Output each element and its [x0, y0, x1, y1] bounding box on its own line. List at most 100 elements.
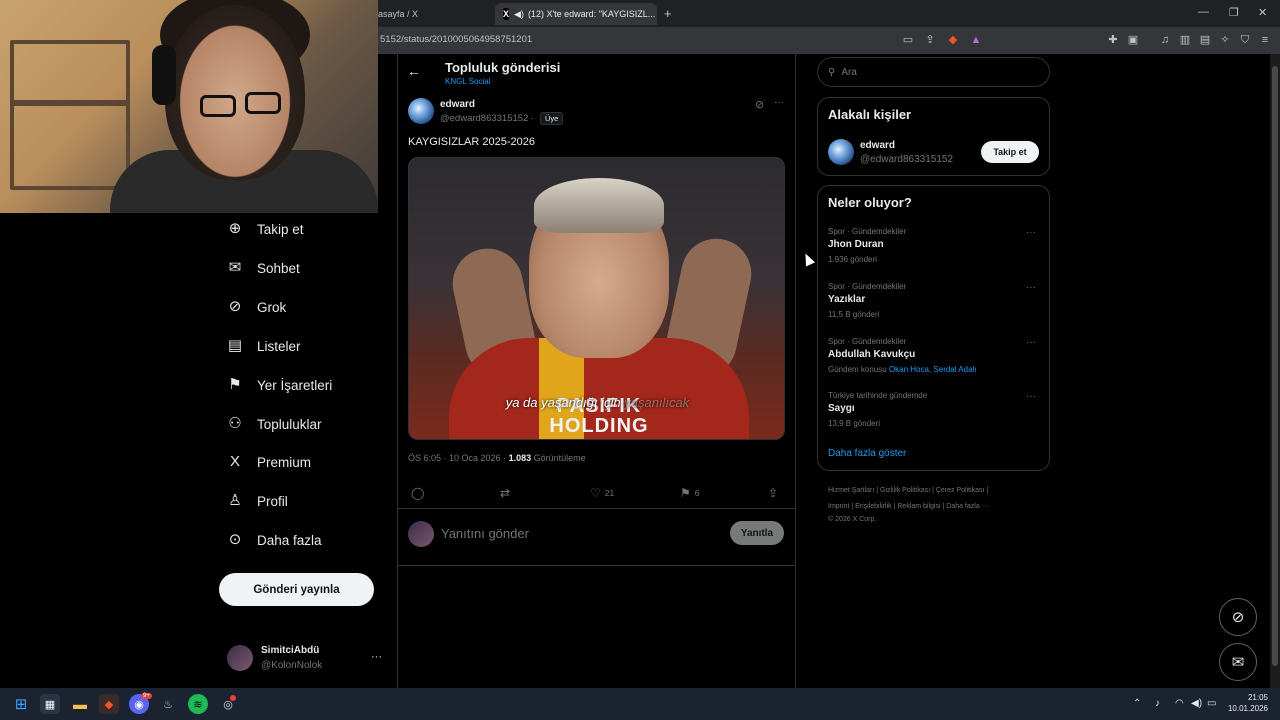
wifi-icon[interactable]: ◠ — [1175, 698, 1184, 709]
trend-count: 13,9 B gönderi — [828, 419, 881, 428]
repost-action[interactable]: ⇄ — [500, 486, 510, 500]
url-field[interactable]: 5152/status/2010005064958751201 — [380, 34, 532, 45]
trend-item[interactable]: Jhon Duran — [828, 239, 884, 250]
trend-more-icon[interactable]: ··· — [1026, 282, 1036, 293]
nav-premium[interactable]: X Premium — [226, 446, 311, 478]
post-timestamp[interactable]: ÖS 6:05 · 10 Oca 2026 · — [408, 453, 506, 463]
new-tab-button[interactable]: + — [664, 6, 672, 21]
nav-more[interactable]: ⊙ Daha fazla — [226, 524, 322, 556]
notification-dot — [230, 695, 236, 701]
messages-fab-icon[interactable]: ✉ — [1219, 643, 1257, 681]
reply-input[interactable]: Yanıtını gönder — [441, 526, 529, 541]
post-text: KAYGISIZLAR 2025-2026 — [408, 136, 535, 148]
related-name[interactable]: edward — [860, 140, 895, 151]
battery-icon[interactable]: ▭ — [1207, 698, 1216, 709]
trend-category: Spor · Gündemdekiler — [828, 337, 907, 346]
back-arrow-icon[interactable]: ← — [407, 63, 421, 79]
nav-chat[interactable]: ✉ Sohbet — [226, 252, 300, 284]
related-avatar[interactable] — [828, 139, 854, 165]
nav-label: Sohbet — [257, 260, 300, 276]
tab-active[interactable]: X ◀) (12) X'te edward: "KAYGISIZL... ✕ — [495, 3, 657, 25]
trend-category: Türkiye tarihinde gündemde — [828, 391, 928, 400]
chevron-up-icon[interactable]: ⌃ — [1133, 698, 1141, 709]
divider — [398, 508, 795, 509]
trend-related-links[interactable]: Okan Hoca, Serdal Adalı — [889, 365, 977, 374]
post-button[interactable]: Gönderi yayınla — [219, 573, 374, 606]
minimize-button[interactable]: — — [1198, 6, 1209, 18]
community-link[interactable]: KNGL Social — [445, 77, 491, 86]
nav-grok[interactable]: ⊘ Grok — [226, 291, 287, 323]
trend-item[interactable]: Yazıklar — [828, 294, 865, 305]
share-action[interactable]: ⇪ — [768, 486, 778, 500]
show-more-link[interactable]: Daha fazla göster — [828, 448, 906, 459]
file-explorer-icon[interactable]: ▬ — [70, 694, 90, 714]
menu-icon[interactable]: ≡ — [1258, 33, 1272, 47]
media-icon[interactable]: ♫ — [1158, 33, 1172, 47]
account-more-icon[interactable]: ··· — [371, 651, 382, 663]
taskbar-clock[interactable]: 21:05 10.01.2026 — [1224, 692, 1268, 714]
nav-profile[interactable]: ♙ Profil — [226, 485, 288, 517]
footer-links[interactable]: Hizmet Şartları | Gizlilik Politikası | … — [828, 487, 988, 494]
grok-icon[interactable]: ⊘ — [755, 98, 764, 111]
x-logo-icon: X — [503, 8, 510, 20]
restore-button[interactable]: ❐ — [1229, 6, 1239, 19]
author-handle[interactable]: @edward863315152 · — [440, 113, 534, 124]
windows-start-icon[interactable]: ⊞ — [11, 694, 31, 714]
nav-label: Takip et — [257, 221, 304, 237]
scrollbar-thumb[interactable] — [1272, 66, 1278, 666]
extensions-icon[interactable]: ✚ — [1106, 33, 1120, 47]
volume-icon[interactable]: ◀) — [1191, 698, 1202, 709]
close-window-button[interactable]: ✕ — [1258, 6, 1267, 19]
tab-home[interactable]: asayfa / X — [370, 3, 488, 25]
author-name[interactable]: edward — [440, 99, 475, 110]
trend-count: 11,5 B gönderi — [828, 310, 880, 319]
trend-more-icon[interactable]: ··· — [1026, 391, 1036, 402]
trend-item[interactable]: Saygı — [828, 403, 855, 414]
nav-communities[interactable]: ⚇ Topluluklar — [226, 408, 322, 440]
repost-icon: ⇄ — [500, 486, 511, 500]
cast-icon[interactable]: ▭ — [901, 33, 915, 47]
nav-lists[interactable]: ▤ Listeler — [226, 330, 301, 362]
trend-more-icon[interactable]: ··· — [1026, 337, 1036, 348]
person-add-icon: ⊕ — [228, 220, 242, 237]
like-action[interactable]: ♡ 21 — [590, 486, 614, 500]
nav-follow[interactable]: ⊕ Takip et — [226, 213, 304, 245]
share-icon[interactable]: ⇪ — [923, 33, 937, 47]
search-placeholder: Ara — [841, 66, 857, 78]
sidebar-icon[interactable]: ▥ — [1178, 33, 1192, 47]
trend-more-icon[interactable]: ··· — [1026, 227, 1036, 238]
store-icon[interactable]: ▦ — [40, 694, 60, 714]
vpn-icon[interactable]: ⛉ — [1238, 33, 1252, 47]
profile-icon: ♙ — [228, 492, 242, 509]
footer-links[interactable]: Imprint | Erişilebilirlik | Reklam bilgi… — [828, 503, 989, 510]
caption-faded-text: yaşanılıcak — [620, 395, 690, 410]
grok-fab-icon[interactable]: ⊘ — [1219, 598, 1257, 636]
brave-shield-icon[interactable]: ◆ — [946, 33, 960, 47]
brave-rewards-icon[interactable]: ▲ — [969, 33, 983, 47]
post-video[interactable]: PASIFIK HOLDING ya da yaşandığı için yaş… — [408, 157, 785, 440]
webcam-glasses-right — [245, 92, 281, 114]
post-more-icon[interactable]: ··· — [774, 97, 784, 108]
nav-label: Yer İşaretleri — [257, 377, 333, 393]
follow-button[interactable]: Takip et — [981, 141, 1039, 163]
nav-label: Daha fazla — [257, 532, 322, 548]
trend-category: Spor · Gündemdekiler — [828, 282, 907, 291]
wallet-icon[interactable]: ▤ — [1198, 33, 1212, 47]
account-avatar[interactable] — [227, 645, 253, 671]
nav-bookmarks[interactable]: ⚑ Yer İşaretleri — [226, 369, 332, 401]
nav-label: Topluluklar — [257, 416, 322, 432]
microphone-icon[interactable]: ♪ — [1155, 698, 1160, 709]
screenshot-icon[interactable]: ▣ — [1126, 33, 1140, 47]
brave-icon[interactable]: ◆ — [99, 694, 119, 714]
bookmark-action[interactable]: ⚑ 6 — [680, 486, 700, 500]
account-name[interactable]: SimitciAbdü — [261, 645, 319, 656]
reply-button[interactable]: Yanıtla — [730, 521, 784, 545]
divider — [398, 565, 795, 566]
spotify-icon[interactable]: ≋ — [188, 694, 208, 714]
reply-action[interactable]: ◯ — [411, 486, 424, 500]
steam-icon[interactable]: ♨ — [158, 694, 178, 714]
search-input[interactable]: ⚲ Ara — [817, 57, 1050, 87]
leo-ai-icon[interactable]: ✧ — [1218, 33, 1232, 47]
trend-item[interactable]: Abdullah Kavukçu — [828, 349, 915, 360]
author-avatar[interactable] — [408, 98, 434, 124]
